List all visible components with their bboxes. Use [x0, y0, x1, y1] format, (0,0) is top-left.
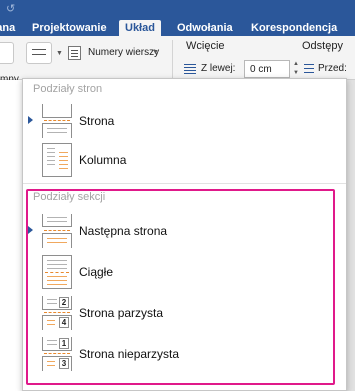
page-breaks-header: Podziały stron — [33, 83, 103, 95]
ribbon-body: ▼ Numery wierszy ▼ mny Wcięcie Z lewej: … — [0, 36, 355, 85]
tab-home[interactable]: rana — [0, 20, 15, 36]
odd-page-section-break-icon: 1 3 — [42, 337, 74, 371]
breaks-menu: Podziały stron Strona Kolumna Podziały s… — [22, 78, 347, 391]
indent-left-label: Z lewej: — [201, 63, 236, 74]
next-page-label: Następna strona — [79, 224, 168, 238]
even-page-section-break-icon: 2 4 — [42, 296, 74, 330]
line-numbers-button[interactable]: Numery wierszy — [88, 47, 159, 58]
group-divider — [172, 40, 173, 78]
breaks-button[interactable] — [26, 42, 52, 64]
indent-group-title: Wcięcie — [186, 40, 225, 52]
spacing-before-icon — [304, 62, 314, 74]
menu-item-next-page-section-break[interactable]: Następna strona — [23, 212, 346, 250]
odd-tag-upper: 1 — [59, 338, 69, 349]
column-break-label: Kolumna — [79, 153, 127, 167]
indent-left-stepper[interactable]: ▲ ▼ — [292, 60, 300, 78]
line-numbers-caret-icon[interactable]: ▼ — [152, 49, 159, 56]
spacing-before-label: Przed: — [318, 63, 347, 74]
selected-arrow-icon — [28, 116, 33, 124]
menu-divider — [23, 183, 346, 184]
indent-left-icon — [184, 64, 196, 74]
menu-item-odd-page-section-break[interactable]: 1 3 Strona nieparzysta — [23, 335, 346, 373]
breaks-dropdown-caret-icon[interactable]: ▼ — [56, 50, 63, 57]
tab-mailings[interactable]: Korespondencja — [251, 20, 337, 36]
page-break-label: Strona — [79, 114, 115, 128]
odd-page-label: Strona nieparzysta — [79, 347, 180, 361]
undo-icon[interactable]: ↺ — [6, 2, 20, 16]
margins-button[interactable] — [0, 42, 14, 64]
menu-item-continuous-section-break[interactable]: Ciągłe — [23, 253, 346, 291]
menu-item-even-page-section-break[interactable]: 2 4 Strona parzysta — [23, 294, 346, 332]
continuous-label: Ciągłe — [79, 265, 114, 279]
odd-tag-lower: 3 — [59, 358, 69, 369]
document-page — [0, 80, 22, 391]
tab-references[interactable]: Odwołania — [177, 20, 233, 36]
menu-item-page-break[interactable]: Strona — [23, 102, 346, 140]
section-breaks-header: Podziały sekcji — [33, 191, 106, 203]
spacing-group-title: Odstępy — [302, 40, 343, 52]
page-break-icon — [42, 104, 74, 138]
ribbon-tab-bar: ↺ rana Projektowanie Układ Odwołania Kor… — [0, 0, 355, 36]
line-numbers-icon — [68, 46, 81, 60]
even-tag-lower: 4 — [59, 317, 69, 328]
indent-left-input[interactable] — [244, 60, 290, 78]
tab-layout[interactable]: Układ — [119, 20, 161, 36]
continuous-section-break-icon — [42, 255, 74, 289]
column-break-icon — [42, 143, 74, 177]
tab-design[interactable]: Projektowanie — [32, 20, 107, 36]
even-page-label: Strona parzysta — [79, 306, 164, 320]
even-tag-upper: 2 — [59, 297, 69, 308]
next-page-section-break-icon — [42, 214, 74, 248]
selected-arrow-icon — [28, 226, 33, 234]
menu-item-column-break[interactable]: Kolumna — [23, 141, 346, 179]
